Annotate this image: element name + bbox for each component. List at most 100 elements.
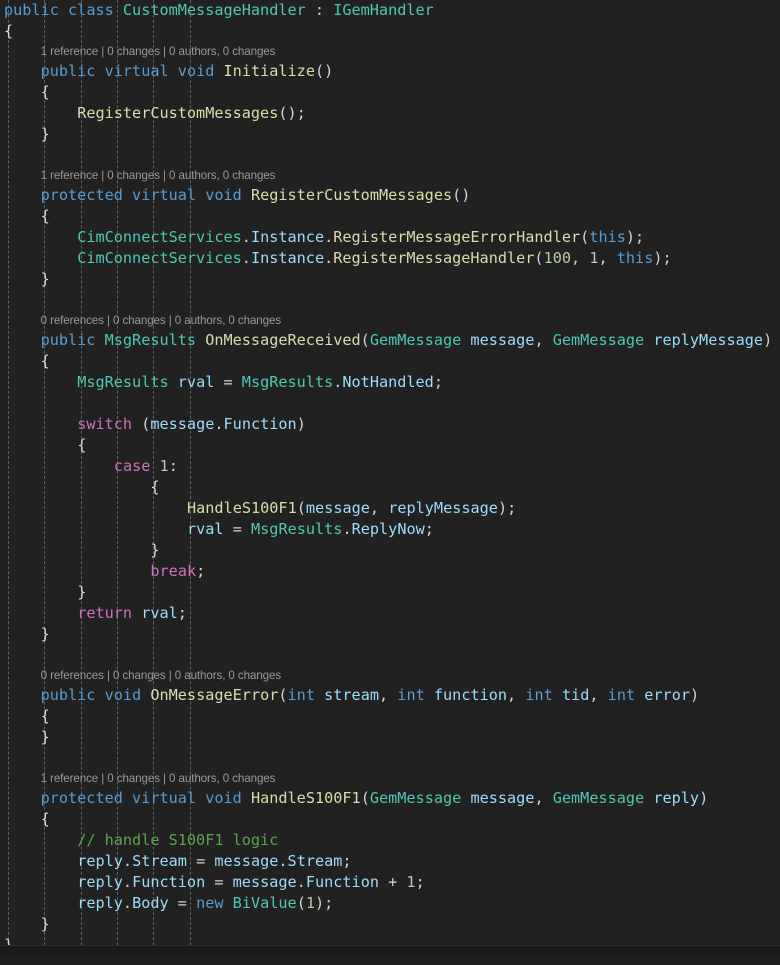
code-line[interactable]: HandleS100F1(message, replyMessage); [0, 498, 780, 519]
token-brc: } [40, 125, 50, 143]
code-line[interactable]: public virtual void Initialize() [0, 61, 780, 82]
code-line[interactable]: public MsgResults OnMessageReceived(GemM… [0, 330, 780, 351]
code-line[interactable]: { [0, 206, 780, 227]
codelens-text[interactable]: 0 references | 0 changes | 0 authors, 0 … [41, 669, 282, 682]
code-line[interactable]: } [0, 727, 780, 748]
code-line[interactable]: { [0, 435, 780, 456]
code-line[interactable]: { [0, 477, 780, 498]
code-line[interactable]: } [0, 624, 780, 645]
token-pun [95, 686, 104, 704]
token-pun [196, 789, 205, 807]
code-line[interactable]: return rval; [0, 603, 780, 624]
token-kw: this [616, 249, 654, 267]
codelens-annotation[interactable]: 0 references | 0 changes | 0 authors, 0 … [0, 666, 780, 685]
token-pun: , [589, 686, 608, 704]
code-line[interactable]: } [0, 124, 780, 145]
code-line[interactable]: reply.Function = message.Function + 1; [0, 872, 780, 893]
token-type: CimConnectServices [77, 228, 242, 246]
code-line[interactable]: rval = MsgResults.ReplyNow; [0, 519, 780, 540]
token-var: Function [305, 873, 379, 891]
code-line[interactable]: protected virtual void RegisterCustomMes… [0, 185, 780, 206]
codelens-text[interactable]: 0 references | 0 changes | 0 authors, 0 … [41, 314, 282, 327]
token-pun [95, 62, 104, 80]
codelens-text[interactable]: 1 reference | 0 changes | 0 authors, 0 c… [41, 772, 276, 785]
code-line[interactable] [0, 645, 780, 666]
code-line[interactable]: CimConnectServices.Instance.RegisterMess… [0, 248, 780, 269]
token-pun: () [452, 186, 471, 204]
token-kw: new [196, 894, 224, 912]
token-pun [196, 186, 205, 204]
code-line[interactable]: { [0, 21, 780, 42]
code-line[interactable] [0, 290, 780, 311]
codelens-annotation[interactable]: 0 references | 0 changes | 0 authors, 0 … [0, 311, 780, 330]
token-pun [132, 604, 141, 622]
token-num: 1 [159, 457, 169, 475]
token-brc: } [40, 270, 50, 288]
code-line[interactable]: protected virtual void HandleS100F1(GemM… [0, 788, 780, 809]
token-fn: RegisterCustomMessages [77, 104, 279, 122]
token-pun: . [122, 852, 133, 870]
token-var: Body [132, 894, 169, 912]
codelens-text[interactable]: 1 reference | 0 changes | 0 authors, 0 c… [41, 45, 276, 58]
token-pun: , [507, 686, 526, 704]
token-kw: int [607, 686, 636, 704]
code-line[interactable]: } [0, 914, 780, 935]
code-line[interactable] [0, 393, 780, 414]
code-line[interactable]: reply.Body = new BiValue(1); [0, 893, 780, 914]
code-content[interactable]: public class CustomMessageHandler : IGem… [0, 0, 780, 955]
token-num: 1 [406, 873, 416, 891]
token-kw: protected [40, 789, 123, 807]
code-line[interactable]: public void OnMessageError(int stream, i… [0, 685, 780, 706]
token-pun [242, 186, 251, 204]
token-pun [59, 1, 68, 19]
codelens-text[interactable]: 1 reference | 0 changes | 0 authors, 0 c… [41, 169, 276, 182]
code-line[interactable]: { [0, 809, 780, 830]
token-pun [150, 457, 159, 475]
codelens-annotation[interactable]: 1 reference | 0 changes | 0 authors, 0 c… [0, 42, 780, 61]
token-type: CustomMessageHandler [122, 1, 306, 19]
token-pun: . [296, 873, 306, 891]
token-brc: { [40, 352, 50, 370]
code-line[interactable]: } [0, 269, 780, 290]
token-pun: . [122, 894, 133, 912]
code-line[interactable] [0, 145, 780, 166]
code-line[interactable]: { [0, 706, 780, 727]
token-kw: public [4, 1, 59, 19]
code-line[interactable]: case 1: [0, 456, 780, 477]
codelens-annotation[interactable]: 1 reference | 0 changes | 0 authors, 0 c… [0, 769, 780, 788]
token-pun [95, 331, 104, 349]
code-line[interactable]: break; [0, 561, 780, 582]
code-line[interactable]: { [0, 82, 780, 103]
token-kw: void [205, 789, 242, 807]
token-pun [123, 186, 132, 204]
token-type: GemMessage [552, 331, 645, 349]
code-line[interactable]: { [0, 351, 780, 372]
code-line[interactable]: // handle S100F1 logic [0, 830, 780, 851]
token-brc: { [40, 83, 50, 101]
token-pun [196, 331, 205, 349]
token-type: IGemHandler [333, 1, 434, 19]
code-line[interactable]: CimConnectServices.Instance.RegisterMess… [0, 227, 780, 248]
code-line[interactable]: reply.Stream = message.Stream; [0, 851, 780, 872]
code-line[interactable]: MsgResults rval = MsgResults.NotHandled; [0, 372, 780, 393]
code-editor-surface[interactable]: public class CustomMessageHandler : IGem… [0, 0, 780, 955]
code-line[interactable]: } [0, 582, 780, 603]
token-pun [635, 686, 644, 704]
token-brc: } [150, 541, 160, 559]
code-line[interactable]: public class CustomMessageHandler : IGem… [0, 0, 780, 21]
token-var: function [433, 686, 508, 704]
token-ctl: return [77, 604, 133, 622]
code-line[interactable]: switch (message.Function) [0, 414, 780, 435]
token-brc: } [40, 728, 50, 746]
token-var: Function [223, 415, 297, 433]
token-pun: . [122, 873, 133, 891]
horizontal-scrollbar[interactable] [0, 945, 780, 955]
code-line[interactable]: } [0, 540, 780, 561]
codelens-annotation[interactable]: 1 reference | 0 changes | 0 authors, 0 c… [0, 166, 780, 185]
token-pun: . [342, 520, 352, 538]
token-pun: ( [580, 228, 590, 246]
code-line[interactable]: RegisterCustomMessages(); [0, 103, 780, 124]
token-var: message [470, 789, 535, 807]
token-kw: public [40, 686, 96, 704]
code-line[interactable] [0, 748, 780, 769]
